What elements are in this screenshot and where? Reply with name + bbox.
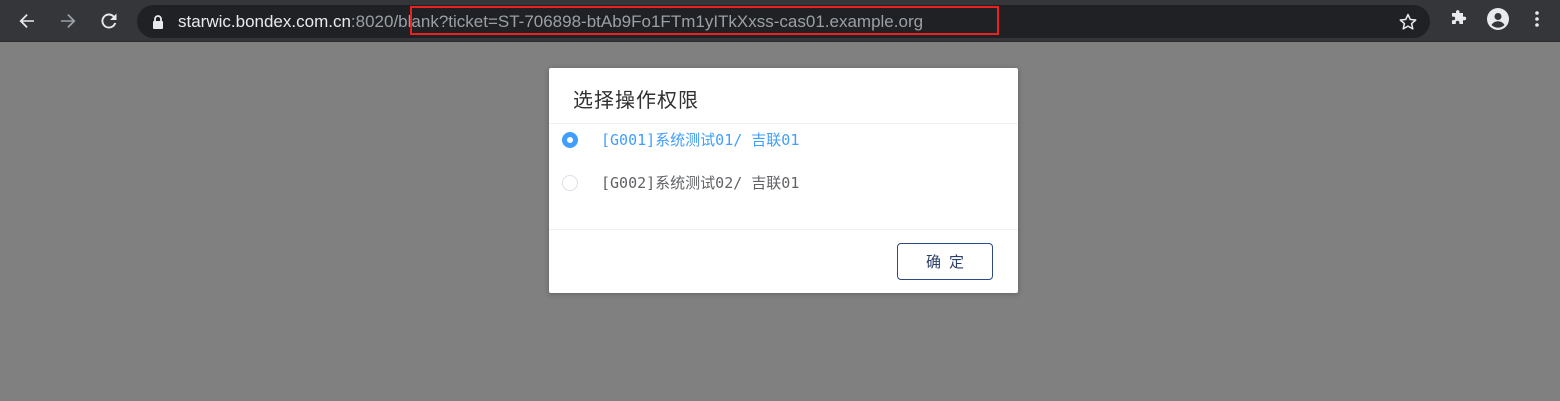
puzzle-icon [1448,9,1468,33]
url-host: starwic.bondex.com.cn [178,12,351,31]
arrow-left-icon [17,11,37,31]
select-permission-dialog: 选择操作权限 [G001]系统测试01/ 吉联01 [G002]系统测试02/ … [549,68,1018,293]
reload-icon [99,11,119,31]
browser-menu-button[interactable] [1522,6,1552,36]
url-port: :8020 [350,12,394,31]
url-highlight-box [410,6,999,35]
profile-button[interactable] [1483,6,1513,36]
dialog-footer-divider [549,229,1018,230]
radio-checked-icon[interactable] [562,132,578,148]
kebab-menu-icon [1534,9,1540,33]
confirm-button[interactable]: 确定 [897,243,993,280]
back-button[interactable] [12,6,42,36]
browser-toolbar: starwic.bondex.com.cn:8020/blank?ticket=… [0,0,1560,42]
address-bar[interactable]: starwic.bondex.com.cn:8020/blank?ticket=… [137,5,1430,38]
lock-icon [151,14,165,30]
permission-option-g001[interactable]: [G001]系统测试01/ 吉联01 [549,120,1018,160]
permission-option-g002[interactable]: [G002]系统测试02/ 吉联01 [549,163,1018,203]
dialog-title: 选择操作权限 [573,88,699,112]
profile-icon [1486,7,1510,35]
extensions-button[interactable] [1443,6,1473,36]
star-icon[interactable] [1398,12,1418,32]
reload-button[interactable] [94,6,124,36]
option-label: [G001]系统测试01/ 吉联01 [601,131,800,149]
radio-unchecked-icon[interactable] [562,175,578,191]
arrow-right-icon [58,11,78,31]
option-label: [G002]系统测试02/ 吉联01 [601,174,800,192]
forward-button[interactable] [53,6,83,36]
